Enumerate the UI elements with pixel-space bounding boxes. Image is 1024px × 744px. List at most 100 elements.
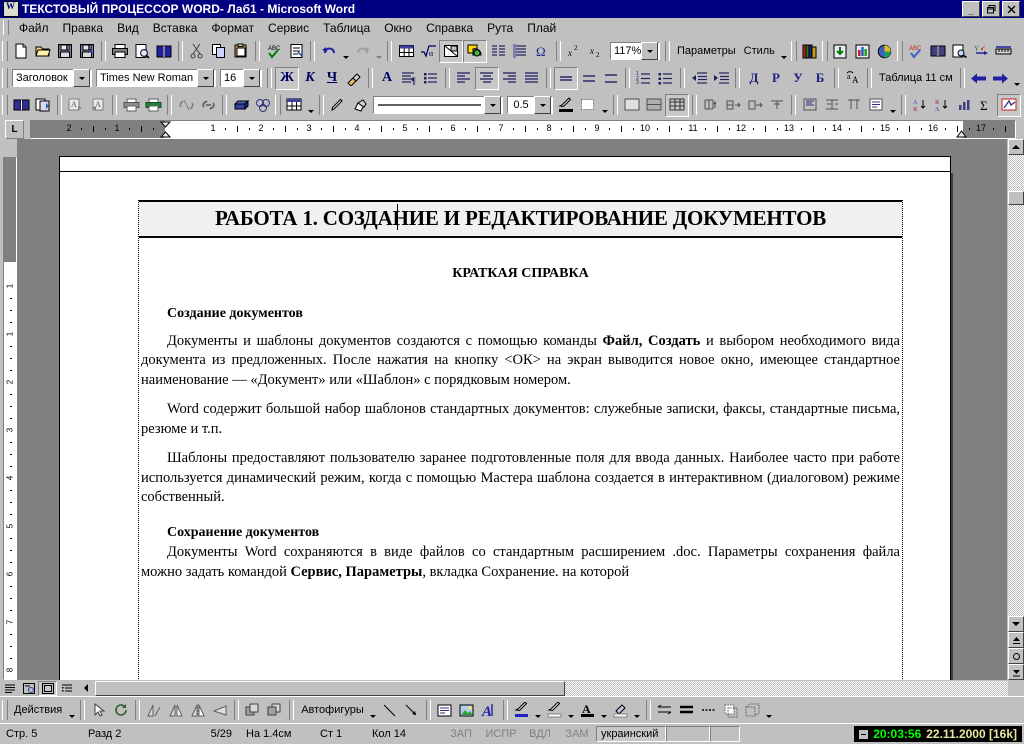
print-gray-icon[interactable] (120, 95, 142, 116)
dictionary-icon[interactable] (927, 41, 949, 62)
line-style-draw-icon[interactable] (654, 700, 676, 721)
print-icon[interactable] (109, 41, 131, 62)
style-button[interactable]: Стиль (740, 45, 779, 57)
back-arrow-icon[interactable] (968, 68, 990, 89)
line-icon[interactable] (379, 700, 401, 721)
shading-dark-icon[interactable] (665, 93, 689, 117)
columns-color-icon[interactable] (852, 41, 874, 62)
split-cells-icon[interactable] (766, 95, 788, 116)
save-disk-icon[interactable] (54, 41, 76, 62)
merge-cells-icon[interactable] (744, 95, 766, 116)
skew-icon[interactable] (209, 700, 231, 721)
table-dropdown-icon[interactable] (305, 92, 316, 118)
page-canvas[interactable]: РАБОТА 1. СОЗДАНИЕ И РЕДАКТИРОВАНИЕ ДОКУ… (17, 139, 1007, 680)
draw-table-icon[interactable] (283, 95, 305, 116)
restore-button[interactable] (982, 1, 1000, 17)
status-indicator-ispr[interactable]: ИСПР (480, 726, 522, 742)
distribute-rows-icon[interactable] (821, 95, 843, 116)
border-color-icon[interactable] (555, 95, 577, 116)
decrease-indent-icon[interactable] (688, 68, 710, 89)
insert-chart-icon[interactable] (463, 39, 487, 63)
pencil-icon[interactable] (327, 95, 349, 116)
menu-insert[interactable]: Вставка (146, 19, 205, 37)
autoshapes-menu-button[interactable]: Автофигуры (297, 704, 368, 716)
line-spacing-1-icon[interactable] (554, 66, 578, 90)
copy-page-icon[interactable] (32, 95, 54, 116)
vertical-scroll-thumb[interactable] (1008, 191, 1024, 205)
tables-toolbar-grip[interactable] (2, 95, 8, 115)
cut-scissors-icon[interactable] (186, 41, 208, 62)
subscript-icon[interactable]: x2 (586, 41, 608, 62)
align-left-icon[interactable] (453, 68, 475, 89)
ruler-icon[interactable] (993, 41, 1015, 62)
fx-icon[interactable] (997, 93, 1021, 117)
line-style-dropdown-icon[interactable] (484, 96, 501, 114)
minimize-button[interactable]: _ (962, 1, 980, 17)
line-spacing-15-icon[interactable] (578, 68, 600, 89)
menu-format[interactable]: Формат (204, 19, 261, 37)
status-indicator-zap[interactable]: ЗАП (442, 726, 480, 742)
insert-formula-icon[interactable]: α (417, 41, 439, 62)
picture-icon[interactable] (456, 700, 478, 721)
select-browse-object-button[interactable] (1008, 648, 1024, 664)
drawing-more-dropdown-icon[interactable] (764, 697, 775, 723)
library-icon[interactable] (799, 41, 821, 62)
wordart-icon[interactable]: A (478, 700, 500, 721)
format-brush-icon[interactable] (343, 68, 365, 89)
horizontal-scroll-thumb[interactable] (95, 680, 565, 696)
actions-dropdown-icon[interactable] (66, 697, 77, 723)
close-button[interactable] (1002, 1, 1020, 17)
status-language[interactable]: украинский (596, 726, 666, 742)
forward-arrow-icon[interactable] (990, 68, 1012, 89)
rus-button-r[interactable]: Р (765, 68, 787, 89)
flip-horizontal-icon[interactable] (165, 700, 187, 721)
insert-table-icon[interactable] (395, 41, 417, 62)
line-weight-dropdown-icon[interactable] (534, 96, 551, 114)
nav-dropdown-icon[interactable] (1012, 65, 1023, 91)
insert-field-icon[interactable]: A (87, 95, 109, 116)
font-color-dropdown-icon[interactable] (599, 697, 610, 723)
fill-color-icon[interactable] (511, 700, 533, 721)
font-size-combo[interactable]: 16 (220, 69, 262, 87)
style-combo-dropdown-icon[interactable] (73, 69, 90, 87)
font-color-button[interactable]: A (376, 68, 398, 89)
columns-icon[interactable] (487, 41, 509, 62)
table-autoformat-dropdown-icon[interactable] (887, 92, 898, 118)
zoom-combo[interactable]: 117% (610, 42, 660, 60)
chart-icon[interactable] (953, 95, 975, 116)
autosum-icon[interactable]: Σ (975, 95, 997, 116)
shadow-color-dropdown-icon[interactable] (632, 697, 643, 723)
table-autoformat-icon[interactable] (865, 95, 887, 116)
print-layout-view-icon[interactable] (38, 680, 57, 696)
redo-dropdown-icon[interactable] (373, 38, 384, 64)
horizontal-ruler[interactable]: 2 1 1 2 3 4 5 6 7 8 9 10 11 12 13 14 15 16 17 (30, 119, 1016, 139)
superscript-icon[interactable]: x2 (564, 41, 586, 62)
change-case-icon[interactable]: aA (842, 68, 864, 89)
menu-edit[interactable]: Правка (56, 19, 111, 37)
mirror-icon[interactable] (187, 700, 209, 721)
shadow-icon[interactable] (720, 700, 742, 721)
new-document-icon[interactable] (10, 41, 32, 62)
italic-button[interactable]: К (299, 68, 321, 89)
send-back-icon[interactable] (264, 700, 286, 721)
numbered-list-icon[interactable]: 123 (633, 68, 655, 89)
print-preview-icon[interactable] (131, 41, 153, 62)
increase-indent-icon[interactable] (710, 68, 732, 89)
standard-toolbar-grip[interactable] (2, 41, 8, 61)
line-color-dropdown-icon[interactable] (566, 697, 577, 723)
outline-view-icon[interactable] (57, 680, 76, 696)
download-green-icon[interactable] (830, 41, 852, 62)
bold-button[interactable]: Ж (275, 66, 299, 90)
dash-style-icon[interactable] (676, 700, 698, 721)
left-indent-marker[interactable] (160, 121, 171, 138)
right-indent-marker[interactable] (956, 129, 967, 138)
align-right-icon[interactable] (499, 68, 521, 89)
next-page-button[interactable] (1008, 664, 1024, 680)
insert-rows-icon[interactable] (700, 95, 722, 116)
borders-icon[interactable] (577, 95, 599, 116)
bring-front-icon[interactable] (242, 700, 264, 721)
thesaurus-icon[interactable] (949, 41, 971, 62)
scroll-up-button[interactable] (1008, 139, 1024, 155)
drawing-icon[interactable] (509, 41, 531, 62)
insert-autotext-icon[interactable]: A (65, 95, 87, 116)
